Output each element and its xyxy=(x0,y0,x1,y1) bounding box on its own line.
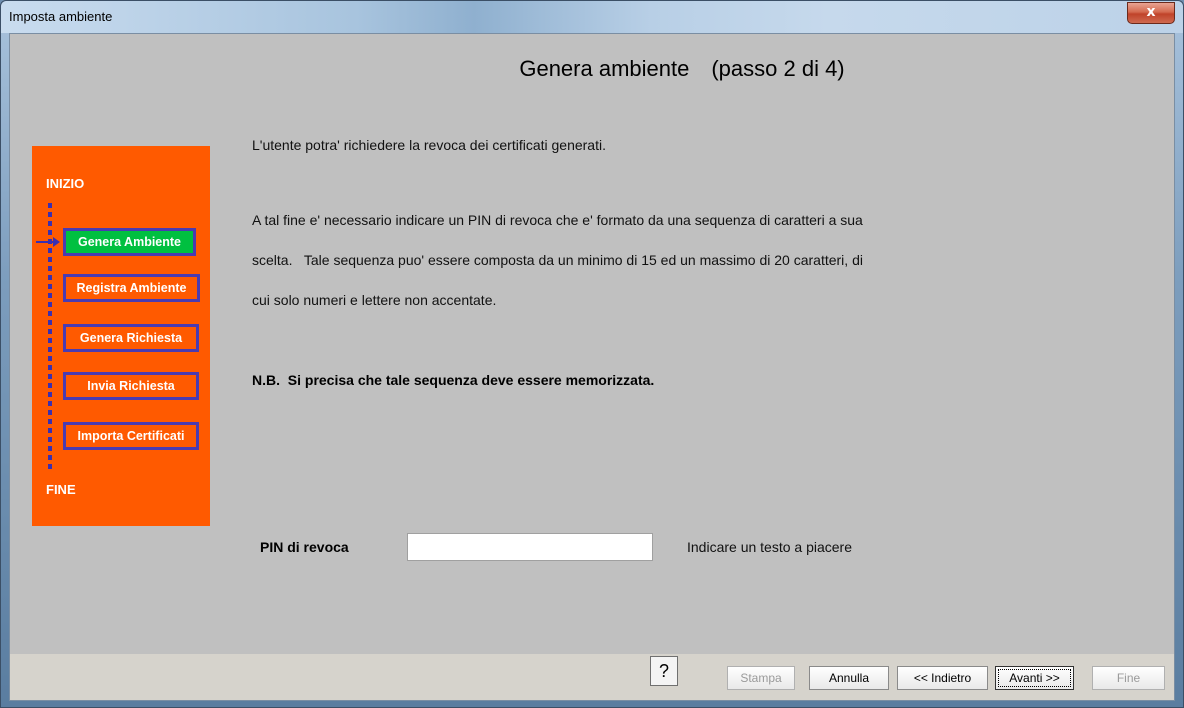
window-title: Imposta ambiente xyxy=(9,9,113,24)
help-button[interactable]: ? xyxy=(650,656,678,686)
info-line-1: L'utente potra' richiedere la revoca dei… xyxy=(252,137,606,153)
pin-hint: Indicare un testo a piacere xyxy=(687,539,852,555)
progress-dotted-line xyxy=(48,203,52,471)
step-genera-ambiente[interactable]: Genera Ambiente xyxy=(63,228,196,256)
indietro-button[interactable]: << Indietro xyxy=(897,666,988,690)
close-icon[interactable]: x xyxy=(1127,2,1175,24)
note-text: N.B. Si precisa che tale sequenza deve e… xyxy=(252,372,655,388)
page-title: Genera ambiente (passo 2 di 4) xyxy=(10,56,1174,82)
title-bar[interactable]: Imposta ambiente x xyxy=(1,1,1183,33)
fine-button[interactable]: Fine xyxy=(1092,666,1165,690)
avanti-button[interactable]: Avanti >> xyxy=(995,666,1074,690)
step-registra-ambiente[interactable]: Registra Ambiente xyxy=(63,274,200,302)
pin-label: PIN di revoca xyxy=(260,539,349,555)
info-line-4: cui solo numeri e lettere non accentate. xyxy=(252,292,497,308)
wizard-steps-panel: INIZIO Genera Ambiente Registra Ambiente… xyxy=(32,146,210,526)
info-line-2: A tal fine e' necessario indicare un PIN… xyxy=(252,212,863,228)
annulla-button[interactable]: Annulla xyxy=(809,666,889,690)
step-invia-richiesta[interactable]: Invia Richiesta xyxy=(63,372,199,400)
dialog-body: Genera ambiente (passo 2 di 4) L'utente p… xyxy=(9,33,1175,701)
button-bar: ? Stampa Annulla << Indietro Avanti >> F… xyxy=(10,654,1174,700)
page-title-text: Genera ambiente xyxy=(519,56,690,81)
stampa-button[interactable]: Stampa xyxy=(727,666,795,690)
pin-revoca-input[interactable] xyxy=(407,533,653,561)
step-importa-certificati[interactable]: Importa Certificati xyxy=(63,422,199,450)
step-indicator: (passo 2 di 4) xyxy=(711,56,845,81)
end-label: FINE xyxy=(46,482,76,497)
app-window: Imposta ambiente x Genera ambiente (passo… xyxy=(0,0,1184,708)
step-genera-richiesta[interactable]: Genera Richiesta xyxy=(63,324,199,352)
start-label: INIZIO xyxy=(46,176,85,191)
info-line-3: scelta. Tale sequenza puo' essere compos… xyxy=(252,252,863,268)
current-step-arrow-icon xyxy=(36,237,60,247)
